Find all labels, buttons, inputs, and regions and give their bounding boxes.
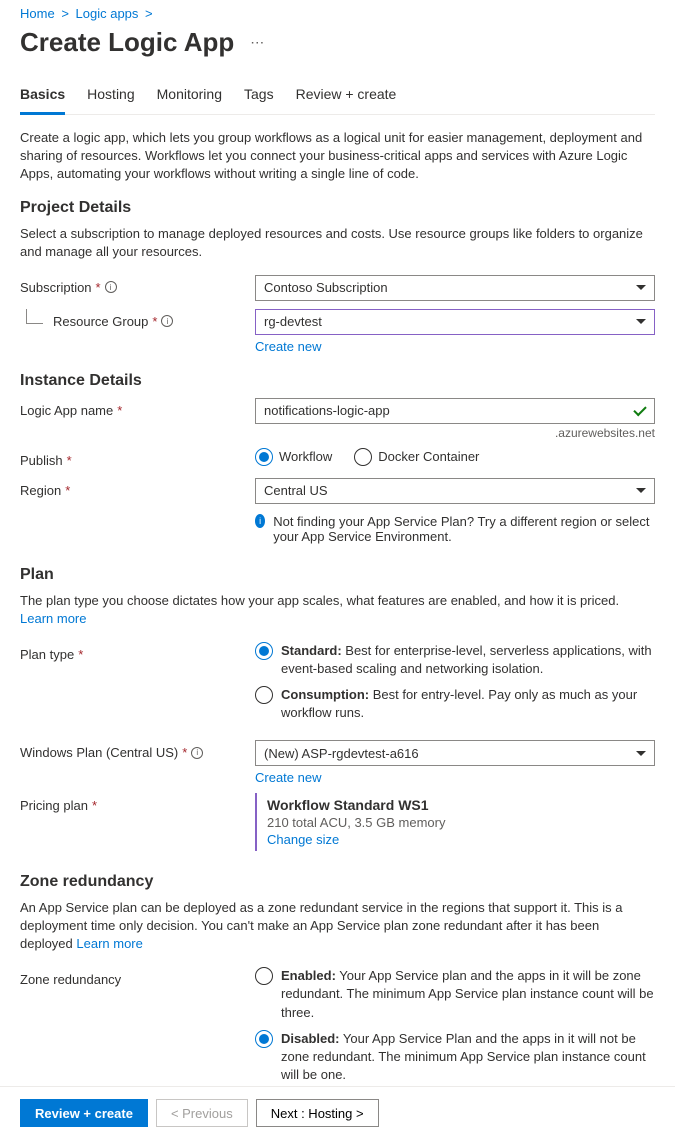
pricing-plan-box: Workflow Standard WS1 210 total ACU, 3.5… xyxy=(255,793,655,851)
tab-basics[interactable]: Basics xyxy=(20,82,65,115)
next-button[interactable]: Next : Hosting > xyxy=(256,1099,379,1127)
resource-group-select[interactable]: rg-devtest xyxy=(255,309,655,335)
publish-workflow-radio[interactable]: Workflow xyxy=(255,448,332,466)
zone-desc: An App Service plan can be deployed as a… xyxy=(20,899,655,953)
resource-group-label: Resource Group xyxy=(53,314,148,329)
info-icon[interactable]: i xyxy=(191,747,203,759)
chevron-down-icon xyxy=(636,751,646,756)
windows-plan-select[interactable]: (New) ASP-rgdevtest-a616 xyxy=(255,740,655,766)
tab-tags[interactable]: Tags xyxy=(244,82,274,114)
project-details-heading: Project Details xyxy=(20,199,655,217)
tab-review[interactable]: Review + create xyxy=(296,82,397,114)
breadcrumb-home[interactable]: Home xyxy=(20,6,55,21)
info-icon: i xyxy=(255,514,265,528)
create-new-plan-link[interactable]: Create new xyxy=(255,770,321,785)
info-icon[interactable]: i xyxy=(105,281,117,293)
zone-enabled-radio[interactable]: Enabled: Your App Service plan and the a… xyxy=(255,967,655,1022)
plan-heading: Plan xyxy=(20,566,655,584)
region-select[interactable]: Central US xyxy=(255,478,655,504)
chevron-down-icon xyxy=(636,488,646,493)
plan-desc: The plan type you choose dictates how yo… xyxy=(20,592,655,628)
logic-app-name-input[interactable]: notifications-logic-app xyxy=(255,398,655,424)
subscription-select[interactable]: Contoso Subscription xyxy=(255,275,655,301)
breadcrumb: Home > Logic apps > xyxy=(20,6,655,21)
review-create-button[interactable]: Review + create xyxy=(20,1099,148,1127)
chevron-down-icon xyxy=(636,285,646,290)
zone-learn-more-link[interactable]: Learn more xyxy=(76,936,142,951)
previous-button: < Previous xyxy=(156,1099,248,1127)
zone-label: Zone redundancy xyxy=(20,972,121,987)
tab-hosting[interactable]: Hosting xyxy=(87,82,134,114)
zone-heading: Zone redundancy xyxy=(20,873,655,891)
name-suffix: .azurewebsites.net xyxy=(255,426,655,440)
plan-consumption-radio[interactable]: Consumption: Best for entry-level. Pay o… xyxy=(255,686,655,722)
plan-standard-radio[interactable]: Standard: Best for enterprise-level, ser… xyxy=(255,642,655,678)
plan-type-label: Plan type xyxy=(20,647,74,662)
zone-disabled-radio[interactable]: Disabled: Your App Service Plan and the … xyxy=(255,1030,655,1085)
info-icon[interactable]: i xyxy=(161,315,173,327)
region-label: Region xyxy=(20,483,61,498)
subscription-label: Subscription xyxy=(20,280,92,295)
publish-docker-radio[interactable]: Docker Container xyxy=(354,448,479,466)
publish-label: Publish xyxy=(20,453,63,468)
instance-details-heading: Instance Details xyxy=(20,372,655,390)
footer: Review + create < Previous Next : Hostin… xyxy=(0,1086,675,1139)
tab-monitoring[interactable]: Monitoring xyxy=(157,82,222,114)
logic-app-name-label: Logic App name xyxy=(20,403,113,418)
windows-plan-label: Windows Plan (Central US) xyxy=(20,745,178,760)
region-hint: Not finding your App Service Plan? Try a… xyxy=(273,514,655,544)
intro-text: Create a logic app, which lets you group… xyxy=(20,129,655,183)
change-size-link[interactable]: Change size xyxy=(267,832,339,847)
more-icon[interactable]: ⋯ xyxy=(250,34,264,51)
breadcrumb-logic-apps[interactable]: Logic apps xyxy=(76,6,139,21)
tabs: Basics Hosting Monitoring Tags Review + … xyxy=(20,82,655,115)
create-new-rg-link[interactable]: Create new xyxy=(255,339,321,354)
page-title: Create Logic App xyxy=(20,27,234,58)
project-details-desc: Select a subscription to manage deployed… xyxy=(20,225,655,261)
plan-learn-more-link[interactable]: Learn more xyxy=(20,611,86,626)
pricing-plan-label: Pricing plan xyxy=(20,798,88,813)
chevron-down-icon xyxy=(636,319,646,324)
